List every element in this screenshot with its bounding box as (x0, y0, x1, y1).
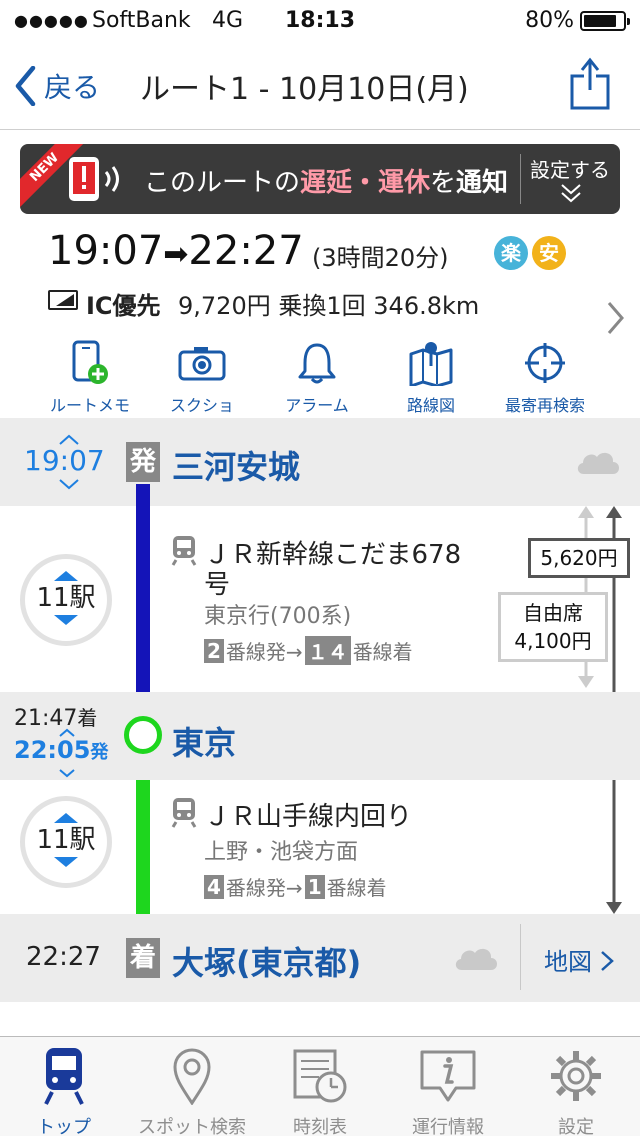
chevron-right-icon (600, 951, 614, 971)
delay-notification-banner[interactable]: NEW このルートの遅延・運休を通知 設定する (20, 144, 620, 214)
train-icon (171, 798, 197, 828)
transfer-time-down-icon[interactable] (58, 768, 76, 778)
ic-priority-label: IC優先 (86, 292, 161, 320)
transfer-station-name[interactable]: 東京 (172, 718, 236, 764)
tab-bar: トップ スポット検索 時刻表 運行情報 設定 (0, 1036, 640, 1136)
total-fare-box[interactable]: 5,620円 (528, 538, 630, 578)
target-icon (525, 343, 565, 383)
chevron-left-icon (15, 66, 36, 106)
expand-down-icon (54, 857, 78, 867)
expand-down-icon (54, 615, 78, 625)
alarm-label: アラーム (285, 396, 349, 415)
leg2-stop-count[interactable]: 11駅 (20, 796, 112, 888)
timetable-icon (293, 1049, 347, 1103)
cheap-route-badge: 安 (532, 236, 566, 270)
status-bar: ●●●●● SoftBank 4G 18:13 80% (0, 0, 640, 40)
origin-station-name[interactable]: 三河安城 (172, 442, 300, 488)
chevron-right-icon[interactable] (606, 300, 626, 336)
tab-spot-search[interactable]: スポット検索 (128, 1045, 256, 1136)
yamanote-line (136, 756, 150, 936)
transfer-node (124, 716, 162, 754)
alarm-button[interactable]: アラーム (262, 340, 372, 416)
easy-route-badge: 楽 (494, 236, 528, 270)
camera-icon (178, 347, 226, 381)
map-pin-icon (173, 1048, 211, 1105)
route-duration: (3時間20分) (312, 244, 449, 272)
train-icon (44, 1048, 84, 1105)
arrow-right-icon: ➡ (163, 237, 189, 272)
time-down-chevron-icon[interactable] (58, 478, 80, 490)
route-map-label: 路線図 (406, 396, 455, 415)
bell-icon (298, 343, 336, 384)
tab-top[interactable]: トップ (0, 1045, 128, 1136)
leg1-stop-count[interactable]: 11駅 (20, 554, 112, 646)
leg2-train-name[interactable]: ＪＲ山手線内回り (204, 796, 412, 833)
navigation-bar: 戻る ルート1 - 10月10日(月) (0, 40, 640, 130)
nearest-research-label: 最寄再検索 (504, 396, 585, 415)
ic-card-icon (48, 290, 78, 310)
departure-mark: 発 (126, 442, 160, 482)
leg1-train-name-cont: 号 (204, 570, 231, 600)
nearest-research-button[interactable]: 最寄再検索 (490, 340, 600, 416)
seat-fare: 4,100円 (514, 629, 592, 653)
tokaido-shinkansen-line (136, 484, 150, 720)
divider (520, 924, 521, 990)
back-button[interactable]: 戻る (14, 64, 100, 108)
cloud-weather-icon (577, 452, 619, 474)
route-fare-summary: 9,720円 乗換1回 346.8km (178, 292, 480, 320)
route-memo-icon (72, 340, 108, 384)
route-map-button[interactable]: 路線図 (376, 340, 486, 416)
leg2-platform: 4 番線発→ 1 番線着 (204, 872, 387, 901)
leg1-train-name[interactable]: ＪＲ新幹線こだま678 (204, 534, 461, 571)
info-icon (420, 1050, 476, 1102)
double-chevron-down-icon (561, 184, 581, 203)
train-icon (171, 536, 197, 566)
seat-fare-box[interactable]: 自由席 4,100円 (498, 592, 608, 662)
battery-percent: 80% (525, 8, 574, 33)
banner-settings-button[interactable]: 設定する (520, 154, 620, 183)
origin-departure-time: 19:07 (24, 444, 105, 477)
arrival-mark: 着 (126, 938, 160, 978)
map-link[interactable]: 地図 (544, 942, 614, 977)
phone-alert-icon (69, 157, 119, 201)
destination-arrival-time: 22:27 (26, 942, 101, 972)
page-title: ルート1 - 10月10日(月) (140, 72, 469, 107)
route-memo-label: ルートメモ (49, 396, 130, 415)
destination-station-name[interactable]: 大塚(東京都) (172, 938, 361, 984)
gear-icon (551, 1051, 601, 1101)
seat-type: 自由席 (523, 601, 583, 625)
battery-icon (580, 11, 630, 31)
expand-up-icon (54, 571, 78, 581)
leg2-direction: 上野・池袋方面 (204, 840, 359, 865)
tab-service-info[interactable]: 運行情報 (384, 1045, 512, 1136)
tab-settings[interactable]: 設定 (512, 1045, 640, 1136)
transfer-arrival-time: 21:47着 (14, 706, 98, 731)
leg1-direction: 東京行(700系) (204, 604, 352, 629)
share-icon[interactable] (570, 56, 610, 110)
screenshot-button[interactable]: スクショ (147, 340, 257, 416)
screenshot-label: スクショ (169, 396, 234, 415)
leg1-platform: 2 番線発→ １４ 番線着 (204, 636, 413, 665)
transfer-departure-time: 22:05発 (14, 736, 109, 764)
route-time-range: 19:07➡22:27 (48, 228, 304, 274)
back-label: 戻る (44, 71, 101, 104)
banner-text: このルートの遅延・運休を通知 (144, 168, 509, 198)
expand-up-icon (54, 813, 78, 823)
route-memo-button[interactable]: ルートメモ (35, 340, 145, 416)
route-map-icon (409, 342, 453, 386)
cloud-weather-icon (455, 948, 497, 970)
tab-timetable[interactable]: 時刻表 (256, 1045, 384, 1136)
